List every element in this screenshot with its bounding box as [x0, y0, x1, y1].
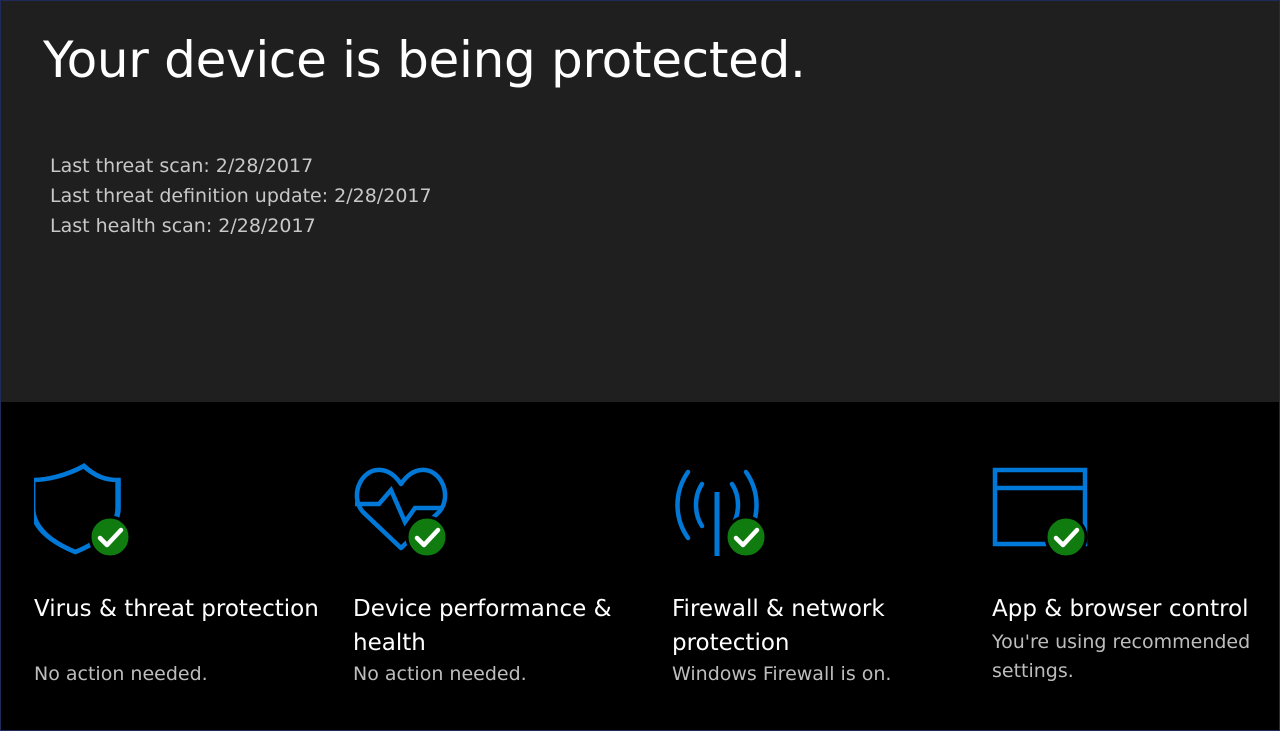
tile-firewall-network-protection[interactable]: Firewall & network protection Windows Fi… [672, 402, 972, 730]
scan-date: 2/28/2017 [334, 185, 432, 207]
scan-label: Last threat scan: [50, 155, 210, 177]
protection-summary-panel: Your device is being protected. Last thr… [1, 1, 1279, 402]
shield-icon [29, 460, 154, 560]
tile-status: You're using recommended settings. [992, 631, 1251, 682]
tile-status: No action needed. [353, 663, 527, 685]
protection-areas: Virus & threat protection No action need… [1, 402, 1279, 730]
tile-title: Firewall & network protection [672, 596, 885, 656]
scan-label: Last health scan: [50, 215, 213, 237]
firewall-antenna-icon [672, 460, 792, 560]
scan-date: 2/28/2017 [215, 155, 314, 177]
tile-virus-threat-protection[interactable]: Virus & threat protection No action need… [29, 402, 334, 730]
check-badge-icon [1044, 515, 1088, 559]
check-badge-icon [88, 515, 132, 559]
page-title: Your device is being protected. [43, 31, 806, 89]
tile-app-browser-control[interactable]: App & browser control You're using recom… [992, 402, 1279, 730]
tile-status: Windows Firewall is on. [672, 663, 892, 685]
last-threat-scan-row: Last threat scan: 2/28/2017 [50, 151, 432, 181]
scan-info-list: Last threat scan: 2/28/2017 Last threat d… [50, 151, 432, 241]
tile-status: No action needed. [34, 663, 208, 685]
tile-title: Virus & threat protection [34, 596, 319, 622]
tile-device-performance-health[interactable]: Device performance & health No action ne… [353, 402, 653, 730]
tile-title: Device performance & health [353, 596, 612, 656]
check-badge-icon [724, 515, 768, 559]
last-health-scan-row: Last health scan: 2/28/2017 [50, 211, 432, 241]
security-dashboard: Your device is being protected. Last thr… [0, 0, 1280, 731]
scan-label: Last threat definition update: [50, 185, 329, 207]
app-browser-window-icon [992, 460, 1112, 560]
last-definition-update-row: Last threat definition update: 2/28/2017 [50, 181, 432, 211]
tile-title: App & browser control [992, 596, 1249, 622]
heart-health-icon [353, 460, 473, 560]
check-badge-icon [405, 515, 449, 559]
scan-date: 2/28/2017 [218, 215, 316, 237]
